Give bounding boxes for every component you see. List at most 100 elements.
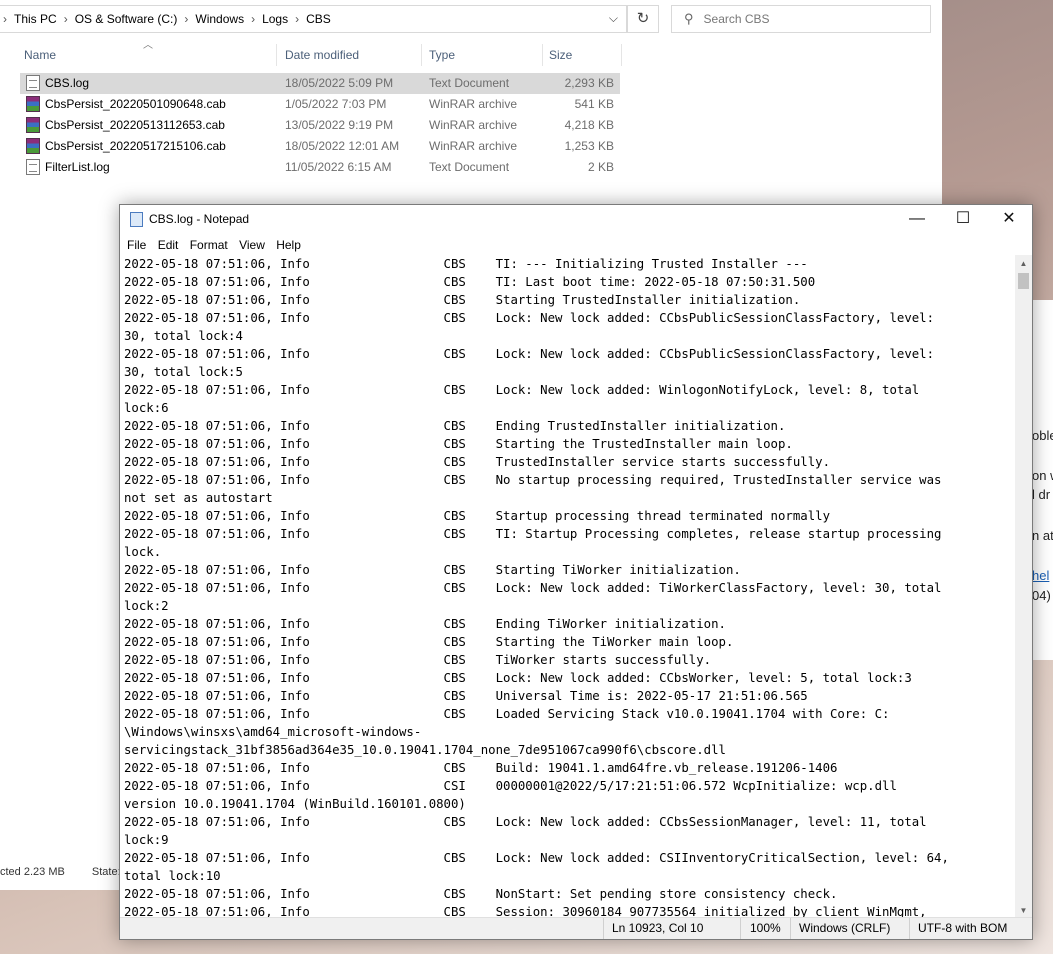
log-line: 2022-05-18 07:51:06, Info CBS Lock: New … xyxy=(124,671,912,685)
file-size: 541 KB xyxy=(574,97,614,111)
maximize-button[interactable]: ☐ xyxy=(940,205,986,233)
chevron-right-icon: › xyxy=(251,12,256,26)
log-line: 2022-05-18 07:51:06, Info CBS No startup… xyxy=(124,473,942,487)
status-divider xyxy=(790,918,791,939)
browser-text: l dr xyxy=(1032,487,1051,502)
log-line: lock:6 xyxy=(124,401,169,415)
column-header-name[interactable]: Name xyxy=(24,44,56,66)
log-line: lock:9 xyxy=(124,833,169,847)
log-line: version 10.0.19041.1704 (WinBuild.160101… xyxy=(124,797,466,811)
notepad-status-bar: Ln 10923, Col 10 100% Windows (CRLF) UTF… xyxy=(120,917,1032,939)
log-line: 2022-05-18 07:51:06, Info CBS NonStart: … xyxy=(124,887,838,901)
breadcrumb-logs[interactable]: Logs xyxy=(258,12,292,26)
log-line: 2022-05-18 07:51:06, Info CBS Lock: New … xyxy=(124,581,942,595)
log-line: 2022-05-18 07:51:06, Info CBS TI: Last b… xyxy=(124,275,816,289)
breadcrumb-drive[interactable]: OS & Software (C:) xyxy=(71,12,182,26)
scroll-up-icon[interactable]: ▲ xyxy=(1015,255,1032,272)
close-icon: ✕ xyxy=(1002,210,1016,227)
log-line: 2022-05-18 07:51:06, Info CBS Lock: New … xyxy=(124,311,935,325)
search-icon: ⚲ xyxy=(684,11,694,26)
column-divider[interactable] xyxy=(421,44,422,66)
status-divider xyxy=(740,918,741,939)
file-type: WinRAR archive xyxy=(429,118,518,132)
column-headers: ︿ Name Date modified Type Size xyxy=(0,40,622,66)
log-line: 2022-05-18 07:51:06, Info CBS TI: --- In… xyxy=(124,257,808,271)
menu-edit[interactable]: Edit xyxy=(154,235,183,255)
winrar-archive-icon xyxy=(26,96,40,112)
notepad-title-bar[interactable]: CBS.log - Notepad — ☐ ✕ xyxy=(120,205,1032,233)
scroll-thumb[interactable] xyxy=(1018,273,1029,289)
menu-help[interactable]: Help xyxy=(272,235,305,255)
notepad-icon xyxy=(130,212,143,227)
log-line: 2022-05-18 07:51:06, Info CBS Ending Tru… xyxy=(124,419,786,433)
file-type: Text Document xyxy=(429,76,510,90)
log-line: 2022-05-18 07:51:06, Info CBS Loaded Ser… xyxy=(124,707,890,721)
file-size: 2 KB xyxy=(587,160,614,174)
status-divider xyxy=(909,918,910,939)
file-row[interactable]: CbsPersist_20220517215106.cab 18/05/2022… xyxy=(20,136,620,157)
search-input[interactable]: ⚲ Search CBS xyxy=(671,5,931,33)
refresh-button[interactable]: ↻ xyxy=(627,5,659,33)
breadcrumb-cbs[interactable]: CBS xyxy=(302,12,335,26)
file-row[interactable]: CbsPersist_20220513112653.cab 13/05/2022… xyxy=(20,115,620,136)
file-row[interactable]: CbsPersist_20220501090648.cab 1/05/2022 … xyxy=(20,94,620,115)
column-header-type[interactable]: Type xyxy=(429,44,455,66)
close-button[interactable]: ✕ xyxy=(986,205,1032,233)
selected-size-status: cted 2.23 MB xyxy=(0,866,65,878)
file-date: 18/05/2022 12:01 AM xyxy=(285,139,400,153)
zoom-level: 100% xyxy=(750,921,781,935)
column-divider[interactable] xyxy=(276,44,277,66)
minimize-icon: — xyxy=(909,210,925,227)
file-name: FilterList.log xyxy=(45,160,110,174)
menu-format[interactable]: Format xyxy=(186,235,232,255)
file-row[interactable]: CBS.log 18/05/2022 5:09 PM Text Document… xyxy=(20,73,620,94)
line-ending: Windows (CRLF) xyxy=(799,921,891,935)
log-line: 2022-05-18 07:51:06, Info CSI 00000001@2… xyxy=(124,779,897,793)
file-row[interactable]: FilterList.log 11/05/2022 6:15 AM Text D… xyxy=(20,157,620,178)
file-type: WinRAR archive xyxy=(429,139,518,153)
breadcrumb-windows[interactable]: Windows xyxy=(191,12,248,26)
text-editor-area[interactable]: 2022-05-18 07:51:06, Info CBS TI: --- In… xyxy=(124,255,1014,919)
menu-view[interactable]: View xyxy=(235,235,269,255)
browser-link[interactable]: hel xyxy=(1032,568,1049,583)
chevron-right-icon: › xyxy=(3,12,7,26)
log-line: lock:2 xyxy=(124,599,169,613)
log-line: 30, total lock:4 xyxy=(124,329,243,343)
file-size: 2,293 KB xyxy=(564,76,614,90)
log-line: 2022-05-18 07:51:06, Info CBS Build: 190… xyxy=(124,761,838,775)
column-divider[interactable] xyxy=(542,44,543,66)
log-line: 2022-05-18 07:51:06, Info CBS Universal … xyxy=(124,689,808,703)
log-line: 2022-05-18 07:51:06, Info CBS TI: Startu… xyxy=(124,527,942,541)
log-line: 2022-05-18 07:51:06, Info CBS Starting T… xyxy=(124,293,801,307)
chevron-right-icon: › xyxy=(63,12,68,26)
file-date: 13/05/2022 9:19 PM xyxy=(285,118,394,132)
browser-text: oble xyxy=(1032,428,1053,443)
column-header-date[interactable]: Date modified xyxy=(285,44,359,66)
log-line: 2022-05-18 07:51:06, Info CBS Starting t… xyxy=(124,635,734,649)
text-file-icon xyxy=(26,159,40,175)
log-line: 2022-05-18 07:51:06, Info CBS Ending TiW… xyxy=(124,617,726,631)
chevron-down-icon[interactable]: ⌵ xyxy=(609,11,618,26)
address-bar[interactable]: › This PC › OS & Software (C:) › Windows… xyxy=(0,5,627,33)
log-line: 30, total lock:5 xyxy=(124,365,243,379)
breadcrumb-this-pc[interactable]: This PC xyxy=(10,12,61,26)
log-line: 2022-05-18 07:51:06, Info CBS Starting t… xyxy=(124,437,793,451)
vertical-scrollbar[interactable]: ▲ ▼ xyxy=(1015,255,1032,919)
file-size: 1,253 KB xyxy=(564,139,614,153)
minimize-button[interactable]: — xyxy=(894,205,940,233)
log-line: 2022-05-18 07:51:06, Info CBS TrustedIns… xyxy=(124,455,830,469)
file-date: 18/05/2022 5:09 PM xyxy=(285,76,394,90)
column-header-size[interactable]: Size xyxy=(549,44,572,66)
log-line: not set as autostart xyxy=(124,491,273,505)
log-line: 2022-05-18 07:51:06, Info CBS Lock: New … xyxy=(124,383,920,397)
file-name: CbsPersist_20220513112653.cab xyxy=(45,118,225,132)
file-name: CbsPersist_20220501090648.cab xyxy=(45,97,226,111)
browser-text: n at xyxy=(1032,528,1053,543)
text-file-icon xyxy=(26,75,40,91)
column-divider[interactable] xyxy=(621,44,622,66)
maximize-icon: ☐ xyxy=(955,210,971,227)
file-size: 4,218 KB xyxy=(564,118,614,132)
menu-file[interactable]: File xyxy=(123,235,150,255)
log-line: 2022-05-18 07:51:06, Info CBS Starting T… xyxy=(124,563,741,577)
file-name: CbsPersist_20220517215106.cab xyxy=(45,139,226,153)
